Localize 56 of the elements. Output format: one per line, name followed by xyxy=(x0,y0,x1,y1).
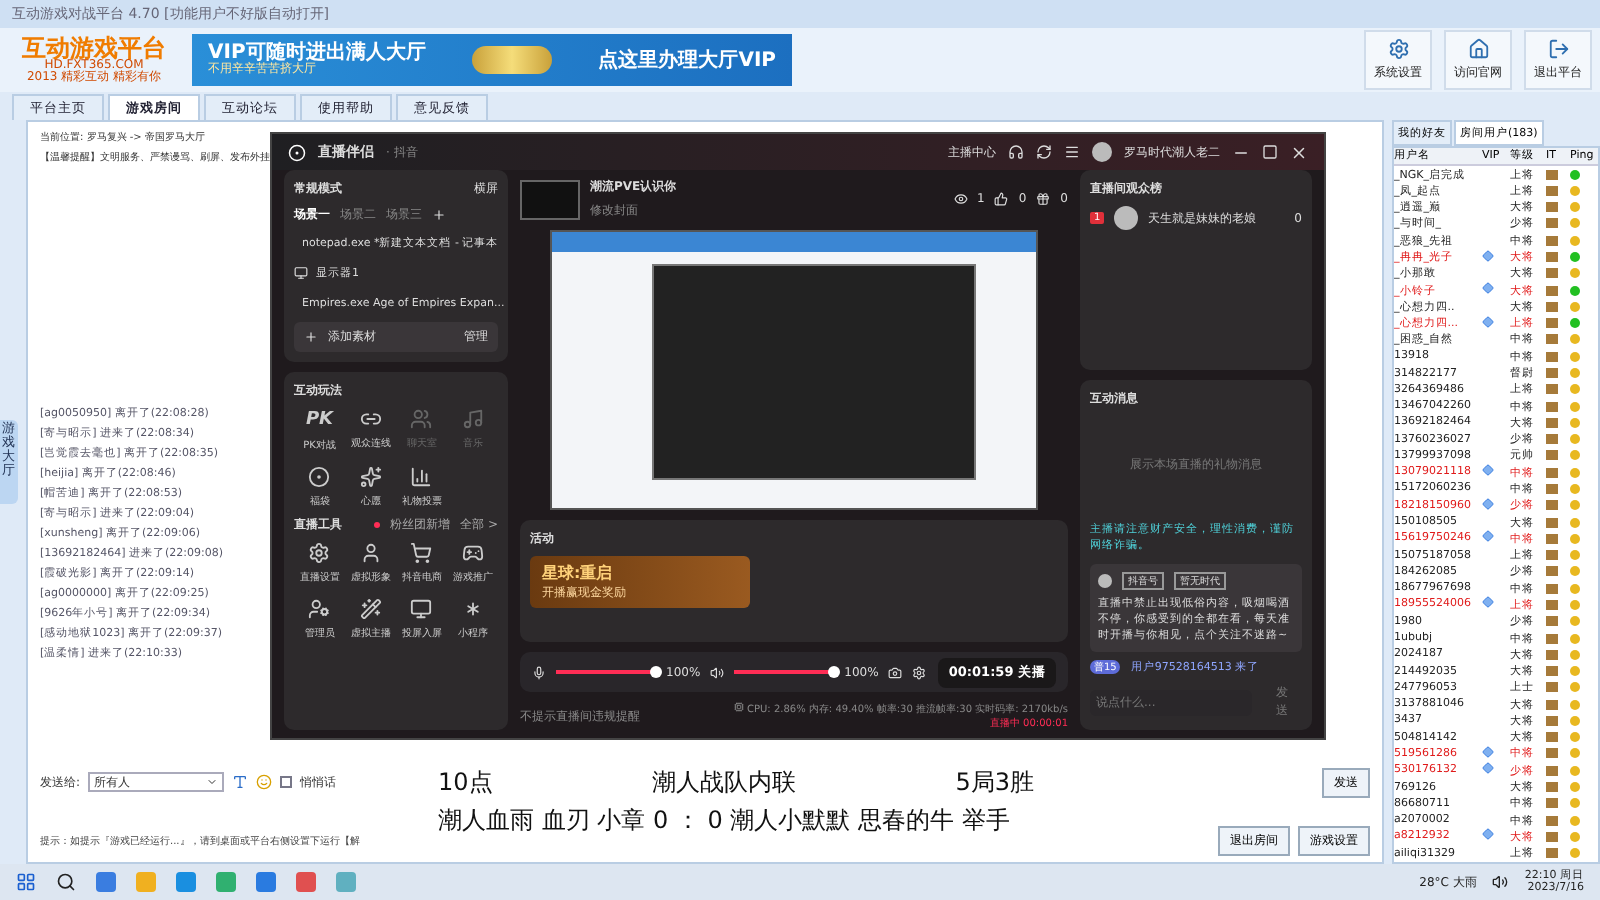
link-icon xyxy=(359,408,382,430)
eye-icon xyxy=(953,192,968,206)
diamond-icon xyxy=(1482,828,1494,841)
camera-icon[interactable] xyxy=(888,665,903,679)
app-logo-icon xyxy=(288,143,306,161)
score-text: 5局3胜 xyxy=(955,766,1034,800)
diamond-icon xyxy=(1482,282,1494,295)
gear-icon xyxy=(308,542,331,564)
sender-avatar xyxy=(1098,573,1112,587)
settings-icon[interactable] xyxy=(912,665,927,679)
microphone-icon[interactable] xyxy=(532,665,546,679)
cart-icon xyxy=(410,542,433,564)
start-icon[interactable] xyxy=(16,872,36,892)
plus-icon[interactable] xyxy=(432,208,446,222)
score-text: 潮人战队内联 xyxy=(652,766,796,800)
exit-icon xyxy=(1547,38,1569,60)
menu-icon[interactable] xyxy=(1064,144,1080,160)
score-text: 10点 xyxy=(438,766,493,800)
diamond-icon xyxy=(1482,464,1494,477)
person-icon xyxy=(359,542,382,564)
monitor-icon xyxy=(294,266,308,280)
thumbs-up-icon xyxy=(994,192,1009,206)
gamepad-icon xyxy=(461,542,484,564)
monitor-icon xyxy=(410,598,433,620)
font-icon[interactable] xyxy=(232,774,249,790)
house-icon xyxy=(1467,38,1489,60)
diamond-icon xyxy=(1482,249,1494,262)
sparkles-icon xyxy=(359,466,382,488)
user-avatar xyxy=(1092,142,1112,162)
people-icon xyxy=(410,408,433,430)
close-icon[interactable] xyxy=(1290,143,1308,161)
notification-dot xyxy=(374,522,381,528)
user-cog-icon xyxy=(308,598,331,620)
cover-thumbnail[interactable] xyxy=(520,179,580,219)
diamond-icon xyxy=(1482,596,1494,609)
circle-icon xyxy=(308,466,331,488)
score-text: 潮人血雨 血刃 小章 0 ： 0 潮人小默默 思春的牛 举手 xyxy=(438,804,1010,838)
speaker-icon[interactable] xyxy=(1492,874,1509,890)
chip-icon xyxy=(733,702,744,712)
music-note-icon xyxy=(461,408,484,430)
wand-icon xyxy=(359,598,382,620)
gear-icon xyxy=(1387,38,1409,60)
whisper-checkbox[interactable] xyxy=(280,776,293,788)
plus-icon xyxy=(304,330,318,344)
diamond-icon xyxy=(1482,315,1494,328)
diamond-icon xyxy=(1482,497,1494,510)
bar-chart-icon xyxy=(410,466,433,488)
asterisk-icon xyxy=(461,598,484,620)
refresh-icon[interactable] xyxy=(1036,144,1052,160)
diamond-icon xyxy=(1482,530,1494,543)
speaker-icon[interactable] xyxy=(710,665,725,679)
search-icon[interactable] xyxy=(56,872,76,892)
headset-icon[interactable] xyxy=(1008,144,1024,160)
maximize-icon[interactable] xyxy=(1262,144,1278,160)
caret-icon xyxy=(206,776,219,788)
gift-icon xyxy=(1036,192,1051,206)
